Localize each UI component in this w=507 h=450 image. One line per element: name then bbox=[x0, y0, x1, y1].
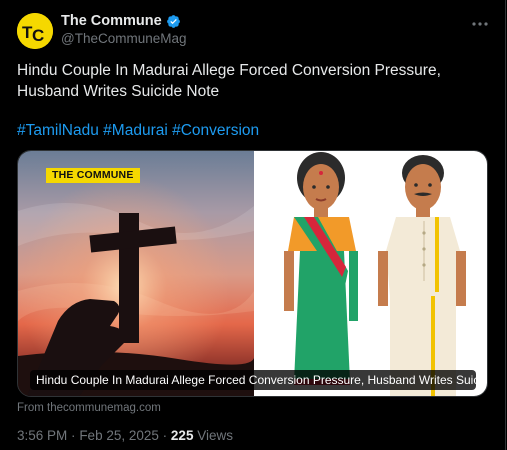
meta-separator: · bbox=[162, 428, 168, 443]
hashtags: #TamilNadu #Madurai #Conversion bbox=[17, 120, 259, 141]
link-preview-card[interactable]: THE COMMUNE Hindu Couple In Madurai Alle… bbox=[17, 150, 488, 397]
badge-word-commune: COMMUNE bbox=[76, 169, 134, 181]
verified-badge-icon bbox=[166, 14, 180, 28]
hashtag-link[interactable]: #Conversion bbox=[172, 122, 259, 139]
author-display-name[interactable]: The Commune bbox=[61, 13, 162, 29]
link-preview-caption: Hindu Couple In Madurai Allege Forced Co… bbox=[30, 370, 476, 390]
badge-word-the: THE bbox=[52, 169, 74, 181]
author-name-row: The Commune bbox=[61, 13, 181, 29]
tweet-card: T C The Commune @TheCommuneMag Hindu Cou… bbox=[0, 0, 506, 450]
tweet-date[interactable]: Feb 25, 2025 bbox=[79, 428, 159, 443]
meta-separator: · bbox=[71, 428, 76, 443]
more-dots-icon[interactable] bbox=[468, 12, 492, 36]
views-label: Views bbox=[197, 428, 233, 443]
link-source[interactable]: From thecommunemag.com bbox=[17, 402, 161, 414]
hashtag-link[interactable]: #Madurai bbox=[103, 122, 168, 139]
author-handle[interactable]: @TheCommuneMag bbox=[61, 31, 187, 46]
the-commune-badge: THE COMMUNE bbox=[46, 168, 140, 183]
the-commune-logo-icon: T C bbox=[17, 13, 53, 49]
article-image bbox=[18, 151, 487, 396]
tweet-time[interactable]: 3:56 PM bbox=[17, 428, 67, 443]
tweet-meta: 3:56 PM · Feb 25, 2025 · 225 Views bbox=[17, 428, 233, 443]
hashtag-link[interactable]: #TamilNadu bbox=[17, 122, 99, 139]
svg-text:C: C bbox=[32, 26, 44, 45]
tweet-text: Hindu Couple In Madurai Allege Forced Co… bbox=[17, 62, 441, 100]
views-count: 225 bbox=[170, 428, 194, 443]
avatar[interactable]: T C bbox=[17, 13, 53, 49]
